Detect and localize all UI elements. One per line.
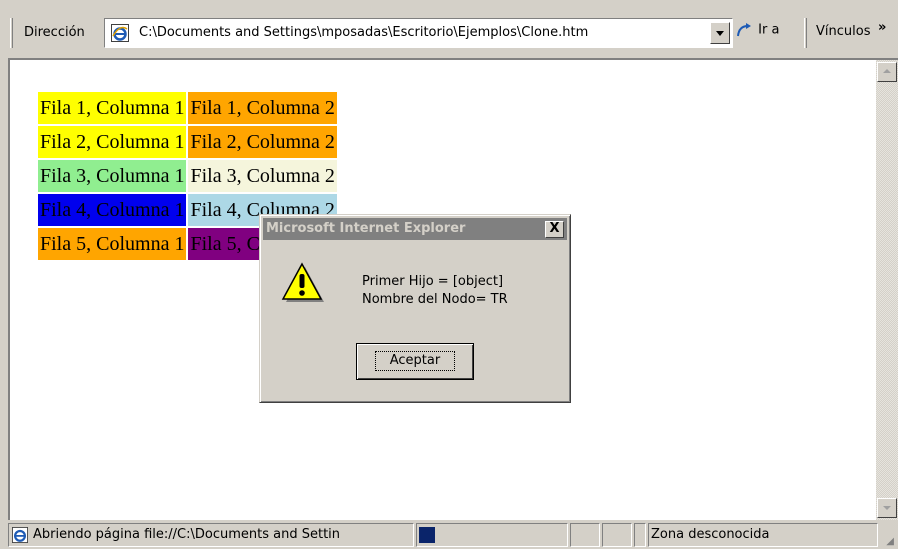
address-toolbar: Dirección C:\Documents and Settings\mpos… <box>0 0 898 58</box>
status-loading-text: Abriendo página file://C:\Documents and … <box>33 527 341 542</box>
status-pane-blank-3 <box>634 523 646 547</box>
dialog-titlebar[interactable]: Microsoft Internet Explorer X <box>263 218 567 240</box>
ok-button[interactable]: Aceptar <box>356 343 474 380</box>
status-text-pane: Abriendo página file://C:\Documents and … <box>8 523 414 547</box>
table-cell-col1: Fila 5, Columna 1 <box>38 228 187 260</box>
chevron-more-icon[interactable]: » <box>878 20 886 35</box>
status-pane-blank-1 <box>570 523 600 547</box>
dialog-close-button[interactable]: X <box>545 221 564 238</box>
go-button[interactable]: Ir a <box>736 22 779 38</box>
table-cell-col2: Fila 1, Columna 2 <box>188 92 337 124</box>
scroll-up-button[interactable] <box>877 62 897 82</box>
address-dropdown-button[interactable] <box>710 22 730 44</box>
go-label: Ir a <box>758 22 780 38</box>
address-input[interactable]: C:\Documents and Settings\mposadas\Escri… <box>104 18 733 48</box>
table-cell-col1: Fila 2, Columna 1 <box>38 126 187 158</box>
table-row: Fila 1, Columna 1 Fila 1, Columna 2 <box>38 92 337 124</box>
status-pane-blank-2 <box>602 523 632 547</box>
table-cell-col1: Fila 4, Columna 1 <box>38 194 187 226</box>
close-icon: X <box>549 221 560 236</box>
scroll-down-button[interactable] <box>877 498 897 518</box>
address-row: Dirección C:\Documents and Settings\mpos… <box>8 16 898 50</box>
toolbar-grip[interactable] <box>10 18 13 48</box>
progress-pane <box>416 523 568 547</box>
vertical-scrollbar[interactable] <box>876 60 898 520</box>
table-row: Fila 2, Columna 1 Fila 2, Columna 2 <box>38 126 337 158</box>
ie-page-icon <box>111 24 129 45</box>
links-button[interactable]: Vínculos <box>816 24 870 39</box>
dialog-message-line2: Nombre del Nodo= TR <box>362 292 508 307</box>
zone-text: Zona desconocida <box>651 527 770 542</box>
security-zone-pane: Zona desconocida <box>648 523 878 547</box>
warning-icon <box>280 261 324 308</box>
ie-status-icon <box>12 527 28 546</box>
dialog-message: Primer Hijo = [object] Nombre del Nodo= … <box>362 273 508 309</box>
table-cell-col2: Fila 2, Columna 2 <box>188 126 337 158</box>
go-arrow-icon <box>737 23 751 37</box>
ok-button-label: Aceptar <box>374 351 456 371</box>
table-cell-col1: Fila 3, Columna 1 <box>38 160 187 192</box>
resize-grip-icon[interactable]: ◢ <box>886 536 894 547</box>
links-grip[interactable] <box>804 18 807 48</box>
address-url[interactable]: C:\Documents and Settings\mposadas\Escri… <box>139 25 588 40</box>
address-label: Dirección <box>24 25 85 40</box>
table-cell-col1: Fila 1, Columna 1 <box>38 92 187 124</box>
table-cell-col2: Fila 3, Columna 2 <box>188 160 337 192</box>
status-bar: Abriendo página file://C:\Documents and … <box>8 520 898 549</box>
table-row: Fila 3, Columna 1 Fila 3, Columna 2 <box>38 160 337 192</box>
dialog-message-line1: Primer Hijo = [object] <box>362 274 504 289</box>
alert-dialog: Microsoft Internet Explorer X Primer Hij… <box>259 214 571 403</box>
dialog-title: Microsoft Internet Explorer <box>266 221 466 236</box>
progress-bar <box>419 527 435 543</box>
